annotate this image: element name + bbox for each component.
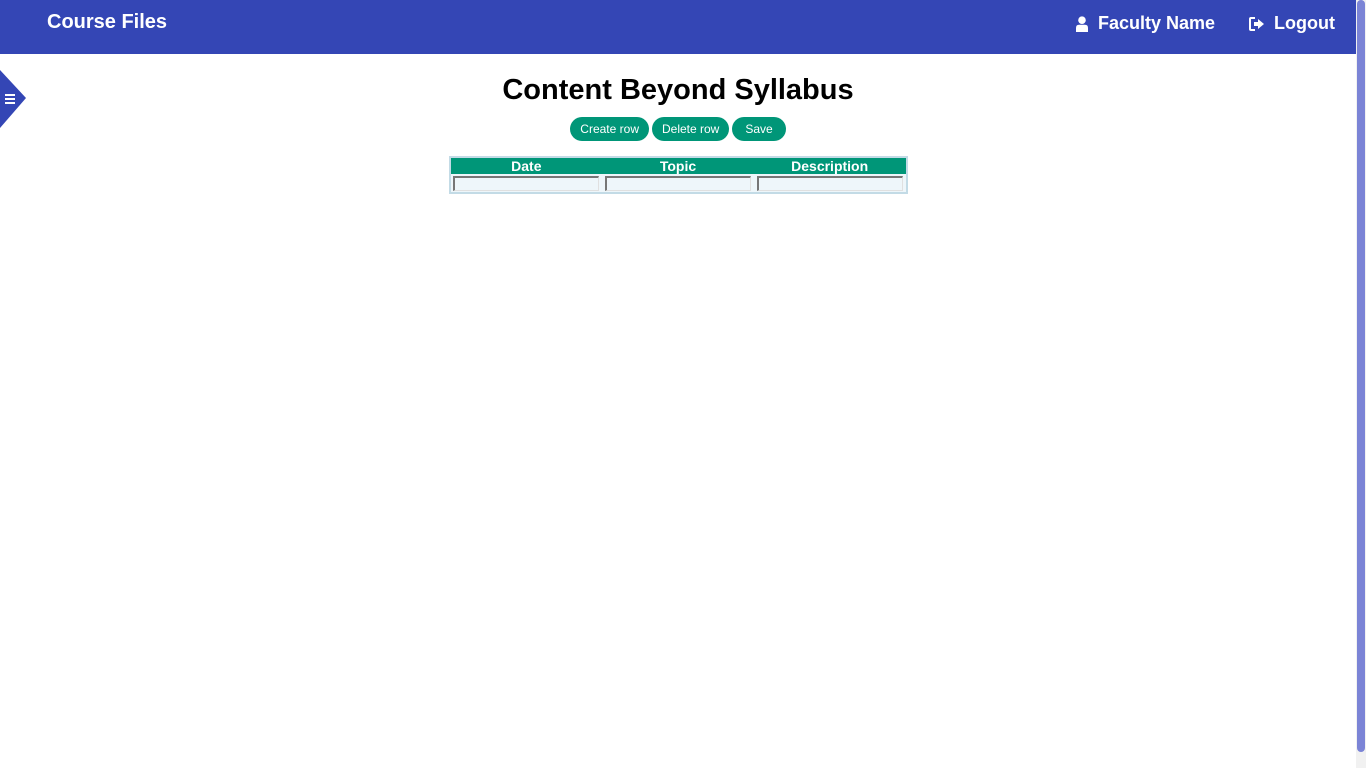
page: Course Files Faculty Name Logout Content…	[0, 0, 1366, 768]
column-header-description: Description	[753, 158, 906, 174]
nav-right: Faculty Name Logout	[1075, 13, 1335, 34]
save-button[interactable]: Save	[732, 117, 786, 141]
create-row-button[interactable]: Create row	[570, 117, 649, 141]
date-input[interactable]	[453, 175, 600, 191]
logout-icon	[1249, 16, 1265, 31]
syllabus-table: Date Topic Description	[448, 156, 908, 194]
page-title: Content Beyond Syllabus	[502, 74, 854, 106]
navbar: Course Files Faculty Name Logout	[0, 0, 1356, 54]
toolbar: Create row Delete row Save	[0, 117, 1356, 141]
column-header-date: Date	[450, 158, 603, 174]
scrollbar-track[interactable]	[1356, 0, 1366, 768]
description-input[interactable]	[756, 175, 903, 191]
table-cell	[451, 174, 603, 192]
delete-row-button[interactable]: Delete row	[651, 117, 730, 141]
table-cell	[602, 174, 754, 192]
user-menu[interactable]: Faculty Name	[1075, 13, 1215, 34]
main-content: Content Beyond Syllabus Create row Delet…	[0, 54, 1356, 194]
logout-link[interactable]: Logout	[1249, 13, 1335, 34]
logout-label: Logout	[1274, 13, 1335, 33]
user-icon	[1075, 15, 1089, 32]
table-header-row: Date Topic Description	[450, 158, 906, 174]
table-row	[451, 174, 906, 192]
user-name: Faculty Name	[1097, 13, 1216, 33]
table-cell	[754, 174, 906, 192]
brand-link[interactable]: Course Files	[47, 11, 167, 34]
scrollbar-thumb[interactable]	[1357, 0, 1365, 752]
topic-input[interactable]	[604, 175, 751, 191]
table-wrapper: Date Topic Description	[448, 156, 908, 194]
column-header-topic: Topic	[602, 158, 754, 174]
